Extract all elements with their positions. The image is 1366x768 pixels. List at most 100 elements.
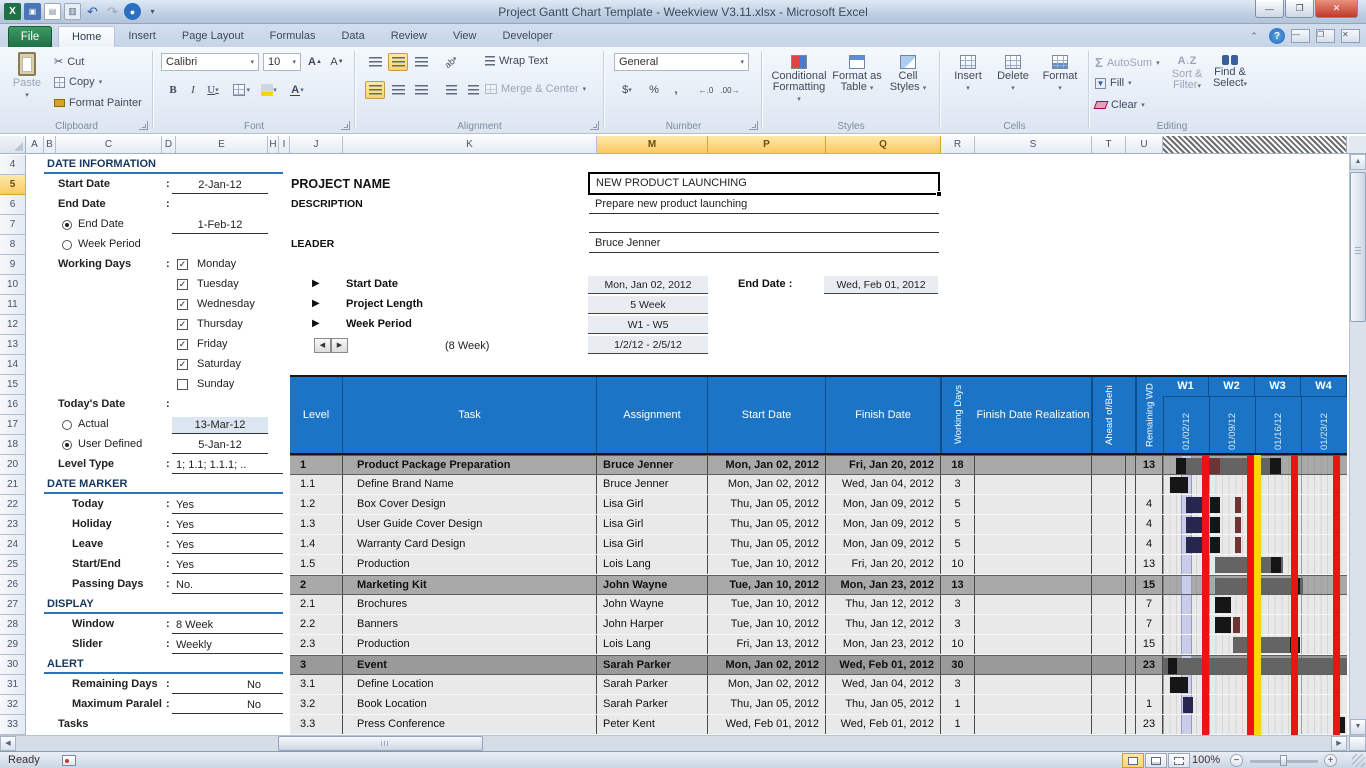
- row-header-32[interactable]: 32: [0, 695, 25, 715]
- bold-button[interactable]: B: [163, 81, 183, 99]
- row-header-20[interactable]: 20: [0, 455, 25, 475]
- task-row-2-2[interactable]: 2.2BannersJohn HarperTue, Jan 10, 2012Th…: [290, 615, 1347, 635]
- file-tab[interactable]: File: [8, 26, 52, 47]
- row-header-22[interactable]: 22: [0, 495, 25, 515]
- find-select-button[interactable]: Find & Select▾: [1209, 55, 1251, 90]
- decrease-indent-button[interactable]: [441, 81, 461, 99]
- panel-value-actual[interactable]: 13-Mar-12: [172, 417, 268, 434]
- page-break-view-button[interactable]: [1168, 753, 1190, 768]
- wrap-text-button[interactable]: Wrap Text: [485, 55, 548, 67]
- task-row-3-1[interactable]: 3.1Define LocationSarah ParkerMon, Jan 0…: [290, 675, 1347, 695]
- start-date-value[interactable]: Mon, Jan 02, 2012: [588, 276, 708, 294]
- task-row-3-3[interactable]: 3.3Press ConferencePeter KentWed, Feb 01…: [290, 715, 1347, 735]
- percent-style-button[interactable]: %: [644, 81, 664, 99]
- tab-formulas[interactable]: Formulas: [257, 26, 329, 47]
- row-header-17[interactable]: 17: [0, 415, 25, 435]
- accounting-format-button[interactable]: $ ▾: [614, 81, 640, 99]
- column-header-M[interactable]: M: [597, 136, 708, 153]
- align-center-button[interactable]: [388, 81, 408, 99]
- cell-styles-button[interactable]: Cell Styles ▾: [886, 55, 930, 94]
- fill-button[interactable]: ▼Fill ▾: [1095, 77, 1132, 89]
- column-header-H[interactable]: H: [268, 136, 279, 153]
- column-header-E[interactable]: E: [176, 136, 268, 153]
- column-header-T[interactable]: T: [1092, 136, 1126, 153]
- zoom-in-button[interactable]: +: [1324, 754, 1337, 767]
- scroll-down-icon[interactable]: ▼: [1350, 719, 1366, 735]
- row-header-31[interactable]: 31: [0, 675, 25, 695]
- format-painter-button[interactable]: Format Painter: [54, 97, 142, 109]
- row-header-6[interactable]: 6: [0, 195, 25, 215]
- insert-cells-button[interactable]: Insert▾: [948, 55, 988, 94]
- format-as-table-button[interactable]: Format as Table ▾: [832, 55, 882, 94]
- column-header-I[interactable]: I: [279, 136, 290, 153]
- description-cell[interactable]: Prepare new product launching: [589, 196, 939, 214]
- top-align-button[interactable]: [365, 53, 385, 71]
- tab-review[interactable]: Review: [378, 26, 440, 47]
- column-header-R[interactable]: R: [941, 136, 975, 153]
- checkbox-monday[interactable]: ✓: [177, 259, 188, 270]
- bottom-align-button[interactable]: [411, 53, 431, 71]
- italic-button[interactable]: I: [183, 81, 203, 99]
- row-header-4[interactable]: 4: [0, 155, 25, 175]
- select-all-corner[interactable]: [0, 136, 26, 153]
- shrink-font-button[interactable]: A▼: [327, 53, 347, 71]
- fill-color-button[interactable]: ▾: [259, 81, 279, 99]
- vertical-scrollbar[interactable]: ▲ ▼: [1349, 154, 1366, 735]
- row-header-27[interactable]: 27: [0, 595, 25, 615]
- panel-value-maximum-paralel[interactable]: No: [172, 697, 283, 714]
- empty-underlined-cell[interactable]: [589, 216, 939, 233]
- workbook-minimize-button[interactable]: —: [1291, 29, 1310, 43]
- panel-value-passing-days[interactable]: No.: [172, 577, 283, 594]
- zoom-slider-thumb[interactable]: [1280, 755, 1287, 766]
- row-header-30[interactable]: 30: [0, 655, 25, 675]
- macro-record-icon[interactable]: [62, 755, 76, 766]
- panel-value-end-date[interactable]: 1-Feb-12: [172, 217, 268, 234]
- column-header-Q[interactable]: Q: [826, 136, 941, 153]
- font-name-combo[interactable]: Calibri▾: [161, 53, 259, 71]
- visible-range-value[interactable]: 1/2/12 - 2/5/12: [588, 336, 708, 354]
- align-left-button[interactable]: [365, 81, 385, 99]
- radio-week-period[interactable]: [62, 240, 72, 250]
- tab-data[interactable]: Data: [328, 26, 377, 47]
- number-dialog-launcher[interactable]: [749, 121, 758, 130]
- checkbox-saturday[interactable]: ✓: [177, 359, 188, 370]
- project-name-cell[interactable]: NEW PRODUCT LAUNCHING: [588, 172, 940, 195]
- checkbox-sunday[interactable]: [177, 379, 188, 390]
- align-right-button[interactable]: [411, 81, 431, 99]
- column-header-J[interactable]: J: [290, 136, 343, 153]
- scroll-up-icon[interactable]: ▲: [1350, 154, 1366, 170]
- row-header-16[interactable]: 16: [0, 395, 25, 415]
- panel-value-slider[interactable]: Weekly: [172, 637, 283, 654]
- row-header-14[interactable]: 14: [0, 355, 25, 375]
- tab-insert[interactable]: Insert: [115, 26, 169, 47]
- scroll-left-icon[interactable]: ◀: [0, 736, 16, 751]
- column-header-B[interactable]: B: [44, 136, 56, 153]
- row-header-15[interactable]: 15: [0, 375, 25, 395]
- font-color-button[interactable]: A▾: [287, 81, 307, 99]
- orientation-button[interactable]: ab▾: [438, 49, 465, 76]
- normal-view-button[interactable]: [1122, 753, 1144, 768]
- row-header-23[interactable]: 23: [0, 515, 25, 535]
- panel-value-holiday[interactable]: Yes: [172, 517, 283, 534]
- borders-button[interactable]: ▾: [231, 81, 251, 99]
- vertical-scroll-thumb[interactable]: [1350, 172, 1366, 322]
- copy-button[interactable]: Copy ▾: [54, 76, 102, 88]
- radio-user-defined[interactable]: [62, 440, 72, 450]
- autosum-button[interactable]: ΣAutoSum ▾: [1095, 55, 1160, 70]
- task-row-3-2[interactable]: 3.2Book LocationSarah ParkerThu, Jan 05,…: [290, 695, 1347, 715]
- increase-decimal-button[interactable]: ←.0: [696, 81, 716, 99]
- task-row-1-3[interactable]: 1.3User Guide Cover DesignLisa GirlThu, …: [290, 515, 1347, 535]
- scroll-left-button[interactable]: ◀: [314, 338, 331, 353]
- column-header-S[interactable]: S: [975, 136, 1092, 153]
- number-format-combo[interactable]: General▾: [614, 53, 749, 71]
- collapse-ribbon-icon[interactable]: ⌃: [1245, 29, 1263, 44]
- workbook-close-button[interactable]: ✕: [1341, 29, 1360, 43]
- paste-button[interactable]: Paste▾: [8, 52, 46, 101]
- radio-actual[interactable]: [62, 420, 72, 430]
- clipboard-dialog-launcher[interactable]: [139, 121, 148, 130]
- row-header-8[interactable]: 8: [0, 235, 25, 255]
- end-date-value[interactable]: Wed, Feb 01, 2012: [824, 276, 938, 294]
- task-row-1[interactable]: 1Product Package PreparationBruce Jenner…: [290, 455, 1347, 475]
- panel-value-remaining-days[interactable]: No: [172, 677, 283, 694]
- format-cells-button[interactable]: Format▾: [1038, 55, 1082, 94]
